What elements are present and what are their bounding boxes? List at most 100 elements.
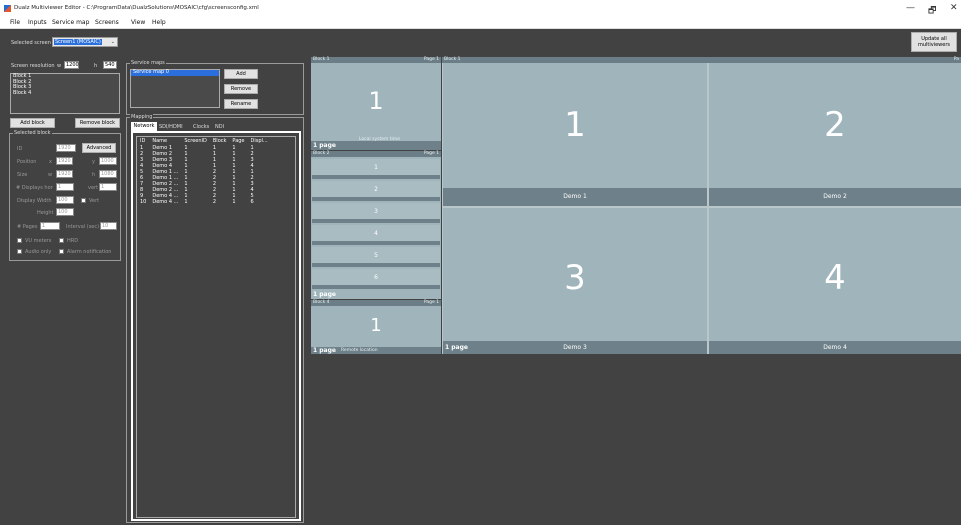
vu-meters-checkbox[interactable] — [17, 238, 22, 243]
tile-demo-4[interactable]: 4 Demo 4 — [709, 208, 961, 354]
block2-cell[interactable]: 5 — [312, 247, 440, 267]
position-x-input[interactable]: 1920 — [56, 157, 73, 165]
col-name[interactable]: Name — [149, 137, 181, 145]
tile-demo-2[interactable]: 2 Demo 2 — [709, 63, 961, 206]
tile-demo-3[interactable]: 3 1 page Demo 3 — [443, 208, 707, 354]
rename-service-map-button[interactable]: Rename — [224, 99, 258, 109]
remove-service-map-button[interactable]: Remove — [224, 84, 258, 94]
tile-label: Demo 4 — [823, 344, 847, 351]
top-toolbar: Selected screen Screen1 (MOSAIC) ⌄ Updat… — [0, 29, 961, 56]
col-block[interactable]: Block — [210, 137, 230, 145]
list-item[interactable]: Block 4 — [11, 90, 119, 97]
alarm-notification-checkbox[interactable] — [59, 249, 64, 254]
block2-cell[interactable]: 3 — [312, 203, 440, 223]
tile-label: Demo 1 — [563, 193, 587, 200]
col-page[interactable]: Page — [229, 137, 247, 145]
displays-hor-input[interactable]: 1 — [56, 183, 74, 191]
menu-inputs[interactable]: Inputs — [28, 19, 47, 26]
main-block-preview[interactable]: Block 1 Pa 1 Demo 1 2 Demo 2 3 1 page De… — [442, 57, 961, 354]
audio-only-checkbox[interactable] — [17, 249, 22, 254]
vert-checkbox[interactable] — [81, 198, 86, 203]
tab-clocks[interactable]: Clocks — [193, 123, 209, 131]
display-width-input[interactable]: 100 — [56, 196, 74, 204]
advanced-button[interactable]: Advanced — [82, 143, 116, 153]
tile-number: 3 — [374, 208, 378, 215]
main-block-title: Block 1 — [444, 57, 461, 62]
pages-input[interactable]: 1 — [40, 222, 60, 230]
y-label: y — [92, 159, 95, 165]
tile-number: 2 — [824, 105, 846, 145]
size-h-label: h — [92, 172, 96, 178]
res-w-label: w — [57, 63, 62, 69]
block1-footer: 1 page Local system time — [311, 137, 441, 150]
selected-screen-value: Screen1 (MOSAIC) — [54, 39, 102, 45]
position-y-input[interactable]: 1000 — [99, 157, 117, 165]
cell-footer — [312, 219, 440, 223]
minimize-button[interactable]: — — [906, 3, 915, 13]
cell-footer — [312, 175, 440, 179]
col-display[interactable]: Displ... — [248, 137, 271, 145]
cell-footer — [312, 263, 440, 267]
list-item[interactable]: Service map 0 — [131, 69, 219, 76]
block1-title: Block 1 — [313, 57, 330, 62]
res-height-input[interactable]: 540 — [103, 61, 117, 69]
tile-footer: Demo 1 — [443, 188, 707, 206]
hrd-label: HRD — [67, 238, 79, 244]
vert-label: vert — [88, 185, 99, 191]
block2-preview[interactable]: Block 2 Page 1 1 2 3 4 5 6 1 page — [311, 151, 441, 299]
tab-ndi[interactable]: NDI — [215, 123, 224, 131]
tile-demo-1[interactable]: 1 Demo 1 — [443, 63, 707, 206]
menu-screens[interactable]: Screens — [95, 19, 119, 26]
block1-page: Page 1 — [423, 57, 439, 62]
display-width-label: Display Width — [17, 198, 52, 204]
block1-caption: Local system time — [359, 137, 400, 142]
table-row[interactable]: 10 Demo 4 ... 1 2 1 6 — [137, 199, 271, 205]
interval-input[interactable]: 10 — [100, 222, 117, 230]
tile-label: Demo 3 — [563, 344, 587, 351]
menu-help[interactable]: Help — [152, 19, 166, 26]
block2-header: Block 2 Page 1 — [311, 151, 441, 157]
block2-pages: 1 page — [313, 291, 336, 298]
col-id[interactable]: ID — [137, 137, 149, 145]
block-list[interactable]: Block 1 Block 2 Block 3 Block 4 — [10, 73, 120, 114]
block1-preview[interactable]: Block 1 Page 1 1 1 page Local system tim… — [311, 57, 441, 150]
menu-bar: File Inputs Service map Screens View Hel… — [0, 18, 961, 29]
maximize-button[interactable]: 🗗 — [928, 3, 936, 19]
menu-service-map[interactable]: Service map — [52, 19, 89, 26]
block4-preview[interactable]: Block 4 Page 1 1 1 page Remote location — [311, 300, 441, 354]
block2-cell[interactable]: 1 — [312, 159, 440, 179]
update-all-multiviewers-button[interactable]: Update all multiviewers — [911, 32, 957, 52]
tile-number: 6 — [374, 274, 378, 281]
add-block-button[interactable]: Add block — [10, 118, 55, 128]
position-label: Position — [17, 159, 37, 165]
update-label-2: multiviewers — [917, 42, 951, 48]
block2-cell[interactable]: 6 — [312, 269, 440, 289]
service-map-list[interactable]: Service map 0 — [130, 69, 220, 108]
id-input[interactable]: 1920 — [56, 144, 76, 152]
size-h-input[interactable]: 1080 — [99, 170, 117, 178]
size-w-label: w — [48, 172, 53, 178]
block4-page: Page 1 — [423, 300, 439, 305]
block4-title: Block 4 — [313, 300, 330, 305]
block2-cell[interactable]: 4 — [312, 225, 440, 245]
block2-cell[interactable]: 2 — [312, 181, 440, 201]
menu-file[interactable]: File — [10, 19, 20, 26]
col-screenid[interactable]: ScreenID — [181, 137, 210, 145]
tab-network[interactable]: Network — [131, 122, 157, 131]
menu-view[interactable]: View — [131, 19, 145, 26]
tab-sdi-hdmi[interactable]: SDI/HDMI — [159, 123, 183, 131]
remove-block-button[interactable]: Remove block — [75, 118, 120, 128]
add-service-map-button[interactable]: Add — [224, 69, 258, 79]
mapping-grid[interactable]: ID Name ScreenID Block Page Displ... 1 De… — [136, 136, 296, 518]
tile-footer: Demo 4 — [709, 341, 961, 354]
selected-screen-dropdown[interactable]: Screen1 (MOSAIC) ⌄ — [52, 37, 118, 47]
height-input[interactable]: 100 — [56, 208, 74, 216]
displays-vert-input[interactable]: 1 — [99, 183, 117, 191]
close-button[interactable]: ✕ — [950, 3, 958, 13]
block4-footer: 1 page Remote location — [311, 347, 441, 354]
size-w-input[interactable]: 1920 — [56, 170, 73, 178]
res-width-input[interactable]: 1200 — [64, 61, 79, 69]
hrd-checkbox[interactable] — [59, 238, 64, 243]
res-h-label: h — [94, 63, 98, 69]
main-block-page: Pa — [953, 57, 959, 62]
